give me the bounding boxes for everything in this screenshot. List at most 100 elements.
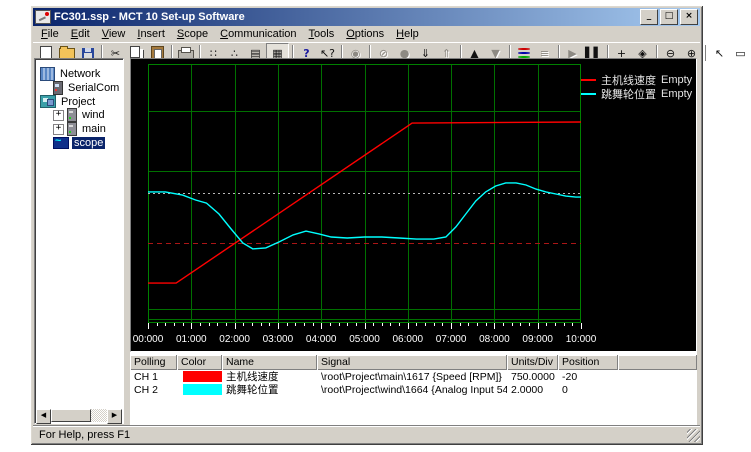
- scroll-left-button[interactable]: ◀: [36, 409, 51, 424]
- time-tick-label: 01:000: [173, 334, 209, 345]
- drive-icon: [67, 108, 77, 122]
- sidebar-item-serialcom[interactable]: SerialCom: [53, 81, 121, 95]
- tree-item-label: wind: [80, 109, 107, 121]
- maximize-button[interactable]: □: [660, 9, 678, 25]
- menu-options[interactable]: Options: [340, 27, 390, 41]
- menu-tools[interactable]: Tools: [303, 27, 341, 41]
- zoom-tool-icon: ◈: [638, 48, 646, 59]
- save-floppy-icon: [82, 48, 94, 59]
- app-icon[interactable]: [35, 10, 51, 24]
- menu-view[interactable]: View: [96, 27, 132, 41]
- column-header-position[interactable]: Position: [558, 355, 618, 370]
- sidebar-item-wind[interactable]: + wind: [53, 108, 107, 122]
- tree-item-label: main: [80, 123, 108, 135]
- channel-color-swatch: [183, 384, 222, 395]
- menu-bar: FileEditViewInsertScopeCommunicationTool…: [33, 26, 700, 42]
- trace-channel-1: [148, 122, 581, 283]
- minimize-button[interactable]: _: [640, 9, 658, 25]
- help-question-icon: ?: [303, 48, 309, 59]
- column-header-filler: [618, 355, 697, 370]
- channel-table: PollingColorNameSignalUnits/DivPosition …: [130, 355, 697, 396]
- menu-communication[interactable]: Communication: [214, 27, 302, 41]
- lines-icon: ≡: [540, 48, 549, 59]
- stop-icon: ⊘: [379, 48, 388, 59]
- drive-icon: [67, 122, 77, 136]
- header-row: PollingColorNameSignalUnits/DivPosition: [130, 355, 697, 370]
- legend-status: Empty: [661, 74, 692, 86]
- tree-horizontal-scrollbar: ◀ ▶: [36, 409, 122, 422]
- menu-edit[interactable]: Edit: [65, 27, 96, 41]
- waveform-icon: [518, 48, 530, 50]
- scroll-right-button[interactable]: ▶: [107, 409, 122, 424]
- zoom-out-icon: ⊖: [666, 48, 675, 59]
- position-cell: 0: [558, 384, 618, 396]
- column-header-units-div[interactable]: Units/Div: [507, 355, 558, 370]
- time-tick-label: 02:000: [217, 334, 253, 345]
- color-cell: [177, 371, 222, 382]
- close-button[interactable]: ×: [680, 9, 698, 25]
- expander-icon[interactable]: +: [53, 110, 64, 121]
- pointer-arrow-icon: ↖: [715, 48, 724, 59]
- zoom-in-icon: ⊕: [687, 48, 696, 59]
- menu-insert[interactable]: Insert: [131, 27, 171, 41]
- pause-icon: ▌▌: [585, 48, 602, 59]
- menu-file[interactable]: File: [35, 27, 65, 41]
- column-header-signal[interactable]: Signal: [317, 355, 507, 370]
- sidebar-item-scope[interactable]: scope: [53, 136, 105, 150]
- units_div-cell: 2.0000: [507, 384, 558, 396]
- copy-icon: [130, 46, 140, 58]
- scrollbar-track[interactable]: [51, 409, 107, 422]
- trace-channel-2: [148, 183, 581, 249]
- table-row[interactable]: CH 1主机线速度\root\Project\main\1617 {Speed …: [130, 370, 697, 383]
- tree-item-label: Network: [58, 68, 102, 80]
- time-tick-label: 10:000: [563, 334, 599, 345]
- menu-scope[interactable]: Scope: [171, 27, 214, 41]
- table-row[interactable]: CH 2跳舞轮位置\root\Project\wind\1664 {Analog…: [130, 383, 697, 396]
- channel-table-body: CH 1主机线速度\root\Project\main\1617 {Speed …: [130, 370, 697, 396]
- project-icon: [40, 95, 56, 108]
- tree-item-label: Project: [59, 96, 97, 108]
- scope-plot[interactable]: [148, 64, 582, 333]
- sidebar-item-project[interactable]: Project: [40, 95, 97, 109]
- channel-table-header: PollingColorNameSignalUnits/DivPosition: [130, 355, 697, 370]
- color-cell: [177, 384, 222, 395]
- resize-grip[interactable]: [687, 429, 700, 442]
- title-bar[interactable]: FC301.ssp - MCT 10 Set-up Software _ □ ×: [33, 8, 700, 26]
- pointer-select-button[interactable]: ↖: [709, 44, 730, 62]
- project-tree-panel: NetworkSerialComProject + wind + mainscope ◀…: [34, 58, 124, 424]
- signal-cell: \root\Project\wind\1664 {Analog Input 54…: [317, 384, 507, 396]
- sidebar-item-main[interactable]: + main: [53, 122, 108, 136]
- column-header-color[interactable]: Color: [177, 355, 222, 370]
- status-text: For Help, press F1: [39, 429, 130, 441]
- open-folder-icon: [59, 48, 75, 59]
- time-tick-label: 03:000: [260, 334, 296, 345]
- play-icon: ▶: [568, 48, 576, 59]
- signal-cell: \root\Project\main\1617 {Speed [RPM]}: [317, 371, 507, 383]
- time-axis-labels: 00:00001:00002:00003:00004:00005:00006:0…: [148, 334, 688, 348]
- application-window: FC301.ssp - MCT 10 Set-up Software _ □ ×…: [30, 5, 703, 445]
- scope-legend: 主机线速度Empty跳舞轮位置 Empty: [581, 73, 692, 101]
- time-tick-label: 08:000: [476, 334, 512, 345]
- legend-status: Empty: [661, 88, 692, 100]
- legend-label: 跳舞轮位置: [601, 86, 656, 102]
- scope-view[interactable]: 主机线速度Empty跳舞轮位置Empty 00:00001:00002:0000…: [130, 58, 697, 352]
- grid-view-icon: ▦: [272, 48, 282, 59]
- menu-help[interactable]: Help: [390, 27, 425, 41]
- scissors-icon: ✂: [111, 48, 120, 59]
- rectangle-zoom-button[interactable]: ▭: [730, 44, 751, 62]
- node-properties-icon: ∷: [210, 48, 217, 59]
- network-nodes-icon: ∴: [231, 48, 238, 59]
- expander-icon[interactable]: +: [53, 124, 64, 135]
- window-title: FC301.ssp - MCT 10 Set-up Software: [54, 11, 638, 23]
- sidebar-item-network[interactable]: Network: [40, 67, 102, 81]
- legend-entry: 主机线速度Empty: [581, 73, 692, 87]
- column-header-polling[interactable]: Polling: [130, 355, 177, 370]
- status-bar: For Help, press F1: [33, 426, 700, 442]
- scrollbar-thumb[interactable]: [51, 409, 91, 422]
- time-tick-label: 04:000: [303, 334, 339, 345]
- column-header-name[interactable]: Name: [222, 355, 317, 370]
- scope-chart[interactable]: [148, 64, 582, 330]
- network-icon: [40, 67, 55, 81]
- crosshair-icon: +: [617, 48, 626, 59]
- record-circle-icon: ●: [400, 48, 410, 59]
